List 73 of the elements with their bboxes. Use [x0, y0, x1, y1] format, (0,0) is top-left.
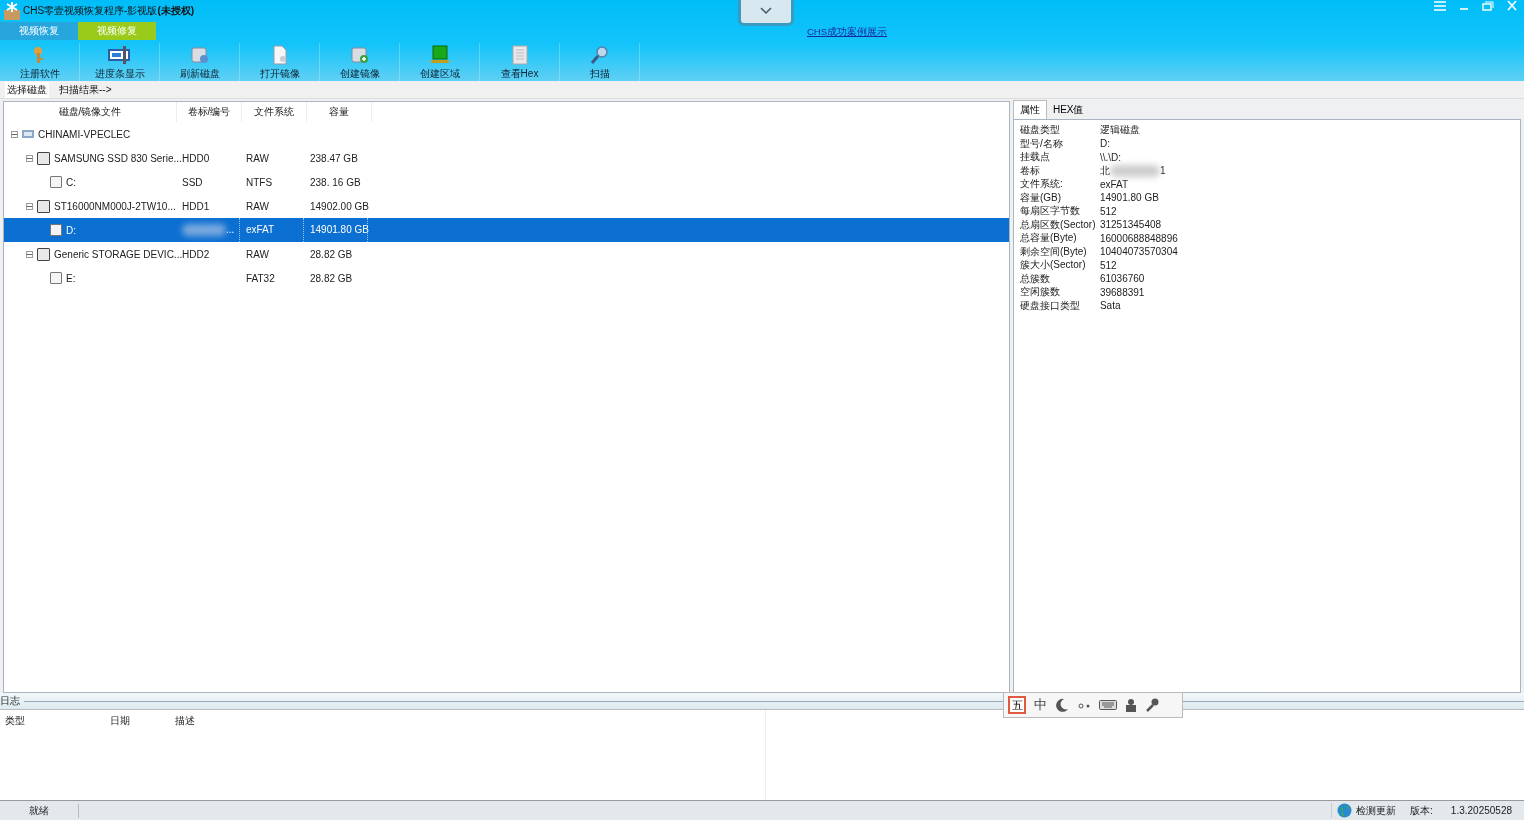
- table-cell: 238. 16 GB: [310, 176, 361, 188]
- column-header[interactable]: 类型: [0, 710, 70, 732]
- table-cell: RAW: [246, 248, 269, 260]
- version-label: 版本:: [1410, 803, 1433, 818]
- table-cell: HDD2: [182, 248, 210, 260]
- table-cell: SSD: [182, 176, 203, 188]
- step-tab[interactable]: 扫描结果-->: [57, 81, 114, 98]
- property-value: 16000688848896: [1099, 232, 1178, 244]
- property-label: 每扇区字节数: [1019, 204, 1081, 218]
- panel-tab[interactable]: 属性: [1012, 100, 1047, 119]
- column-header[interactable]: 容量: [307, 102, 372, 122]
- log-title: 日志: [0, 694, 20, 708]
- step-tab[interactable]: 选择磁盘: [5, 81, 49, 98]
- property-value: exFAT: [1099, 178, 1129, 190]
- property-value: 14901.80 GB: [1099, 192, 1159, 203]
- property-label: 簇大小(Sector): [1019, 258, 1087, 272]
- table-cell: 238.47 GB: [310, 152, 358, 164]
- tree-item-label[interactable]: Generic STORAGE DEVIC...: [54, 248, 183, 260]
- property-value: 512: [1099, 259, 1117, 271]
- property-label: 空闲簇数: [1019, 285, 1061, 299]
- table-cell: ...: [226, 224, 235, 235]
- table-cell: NTFS: [246, 176, 273, 188]
- property-label: 型号/名称: [1019, 136, 1064, 151]
- tree-item-label[interactable]: E:: [66, 272, 76, 284]
- property-label: 卷标: [1019, 163, 1041, 178]
- column-header[interactable]: 日期: [70, 710, 170, 732]
- property-label: 磁盘类型: [1019, 123, 1061, 137]
- tree-item-label[interactable]: CHINAMI-VPECLEC: [38, 128, 131, 140]
- table-cell: exFAT: [246, 224, 275, 235]
- table-cell: 28.82 GB: [310, 272, 353, 284]
- property-label: 文件系统:: [1019, 177, 1064, 191]
- property-label: 挂载点: [1019, 150, 1051, 164]
- panel-tab[interactable]: HEX值: [1046, 101, 1090, 119]
- property-label: 硬盘接口类型: [1019, 298, 1081, 313]
- property-label: 总扇区数(Sector): [1019, 217, 1097, 232]
- table-cell: HDD1: [182, 200, 210, 212]
- property-value: Sata: [1099, 300, 1121, 311]
- property-value: 39688391: [1099, 286, 1145, 298]
- property-label: 剩余空间(Byte): [1019, 244, 1088, 259]
- property-value: 61036760: [1099, 273, 1145, 284]
- version-text: 1.3.20250528: [1450, 805, 1512, 816]
- property-value: 512: [1099, 205, 1117, 217]
- window-title: CHS零壹视频恢复程序-影视版(未授权): [23, 4, 195, 18]
- status-text: 就绪: [0, 803, 79, 818]
- property-value: D:: [1099, 138, 1110, 149]
- property-label: 总容量(Byte): [1019, 231, 1078, 245]
- column-header[interactable]: 描述: [170, 710, 220, 732]
- ime-mode-button[interactable]: 五: [1008, 696, 1026, 714]
- property-value: 10404073570304: [1099, 246, 1178, 257]
- column-header[interactable]: 磁盘/镜像文件: [4, 102, 177, 122]
- property-label: 总簇数: [1019, 271, 1051, 286]
- property-value: 逻辑磁盘: [1099, 124, 1140, 135]
- property-value: \\.\D:: [1099, 151, 1122, 163]
- update-link[interactable]: 检测更新: [1356, 803, 1397, 818]
- case-link[interactable]: CHS成功案例展示: [807, 26, 888, 39]
- column-header[interactable]: 卷标/编号: [177, 102, 242, 122]
- property-value: 1: [1159, 164, 1166, 176]
- property-value: 北: [1099, 164, 1110, 176]
- table-cell: RAW: [246, 152, 269, 164]
- ime-language-button[interactable]: 中: [1034, 696, 1047, 714]
- tree-item-label[interactable]: ST16000NM000J-2TW10...: [54, 200, 176, 212]
- column-header[interactable]: 文件系统: [242, 102, 307, 122]
- table-cell: FAT32: [246, 272, 275, 284]
- tree-item-label[interactable]: C:: [66, 176, 76, 188]
- table-cell: 14902.00 GB: [310, 200, 369, 212]
- tree-item-label[interactable]: SAMSUNG SSD 830 Serie...: [54, 152, 182, 164]
- tree-item-label[interactable]: D:: [66, 224, 76, 236]
- table-cell: HDD0: [182, 152, 210, 164]
- table-cell: 28.82 GB: [310, 248, 353, 260]
- property-value: 31251345408: [1099, 219, 1162, 230]
- property-label: 容量(GB): [1019, 190, 1062, 205]
- table-cell: 14901.80 GB: [310, 224, 369, 235]
- table-cell: RAW: [246, 200, 269, 212]
